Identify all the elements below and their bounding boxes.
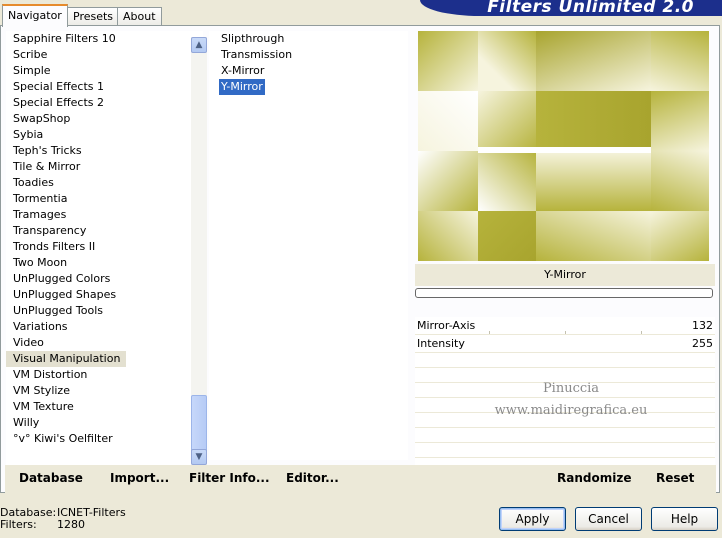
- category-list[interactable]: Sapphire Filters 10 Scribe Simple Special E…: [6, 31, 207, 484]
- preview-tile: [651, 211, 709, 261]
- tab-navigator[interactable]: Navigator: [2, 4, 68, 27]
- category-item[interactable]: Special Effects 1: [6, 79, 186, 95]
- help-button[interactable]: Help: [651, 507, 718, 531]
- category-item[interactable]: Tronds Filters II: [6, 239, 186, 255]
- scroll-thumb[interactable]: [191, 395, 207, 453]
- filter-item[interactable]: Y-Mirror: [209, 79, 408, 95]
- tab-about[interactable]: About: [117, 7, 162, 26]
- filter-info-button[interactable]: Filter Info...: [189, 471, 270, 485]
- preview-highlight: [478, 147, 651, 153]
- apply-button[interactable]: Apply: [499, 507, 566, 531]
- category-item[interactable]: Tramages: [6, 207, 186, 223]
- editor-button[interactable]: Editor...: [286, 471, 339, 485]
- slider-label: Mirror-Axis: [417, 319, 476, 332]
- slider-value: 132: [692, 319, 713, 332]
- slider-label: Intensity: [417, 337, 465, 350]
- app-banner: Filters Unlimited 2.0: [420, 0, 722, 16]
- preview-tile: [478, 91, 536, 151]
- filter-item[interactable]: Transmission: [209, 47, 408, 63]
- slider-tick: [489, 331, 490, 334]
- category-item[interactable]: Toadies: [6, 175, 186, 191]
- preview-tile: [536, 211, 651, 261]
- watermark-line-2: www.maidiregrafica.eu: [494, 403, 648, 418]
- category-item[interactable]: Two Moon: [6, 255, 186, 271]
- category-item[interactable]: VM Distortion: [6, 367, 186, 383]
- preview-image: [418, 31, 709, 261]
- category-scrollbar[interactable]: ▲ ▼: [191, 37, 207, 465]
- preview-tile: [536, 31, 651, 91]
- chevron-up-icon: ▲: [195, 40, 203, 50]
- slider-mirror-axis[interactable]: Mirror-Axis 132: [415, 317, 715, 335]
- database-info: Database:ICNET-Filters Filters: 1280: [0, 507, 126, 531]
- filter-item-label: X-Mirror: [221, 64, 265, 77]
- import-button[interactable]: Import...: [110, 471, 169, 485]
- category-item[interactable]: UnPlugged Shapes: [6, 287, 186, 303]
- preview-tile: [536, 91, 651, 151]
- filter-item-label: Slipthrough: [221, 32, 285, 45]
- slider-empty: [415, 443, 715, 458]
- filters-count-value: 1280: [57, 518, 85, 531]
- slider-intensity[interactable]: Intensity 255: [415, 335, 715, 353]
- filter-item[interactable]: Slipthrough: [209, 31, 408, 47]
- preview-tile: [478, 211, 536, 261]
- category-item[interactable]: VM Stylize: [6, 383, 186, 399]
- filter-name-label: Y-Mirror: [415, 264, 715, 286]
- preview-tile: [478, 151, 536, 211]
- slider-tick: [641, 331, 642, 334]
- category-item[interactable]: °v° Kiwi's Oelfilter: [6, 431, 186, 447]
- reset-button[interactable]: Reset: [656, 471, 694, 485]
- preview-tile: [536, 151, 651, 211]
- database-button[interactable]: Database: [19, 471, 83, 485]
- tab-presets[interactable]: Presets: [67, 7, 120, 26]
- banner-title: Filters Unlimited 2.0: [487, 0, 694, 16]
- preview-tile: [418, 31, 478, 91]
- category-item[interactable]: UnPlugged Colors: [6, 271, 186, 287]
- chevron-down-icon: ▼: [195, 452, 203, 462]
- watermark-line-1: Pinuccia: [542, 381, 600, 396]
- category-item[interactable]: Tormentia: [6, 191, 186, 207]
- category-item[interactable]: SwapShop: [6, 111, 186, 127]
- category-item[interactable]: Sybia: [6, 127, 186, 143]
- filter-list[interactable]: Slipthrough Transmission X-Mirror Y-Mirror: [209, 31, 408, 460]
- filter-item[interactable]: X-Mirror: [209, 63, 408, 79]
- filters-count-label: Filters:: [0, 518, 37, 531]
- preview-tile: [418, 151, 478, 211]
- category-item[interactable]: Visual Manipulation: [6, 351, 127, 367]
- category-item[interactable]: Video: [6, 335, 186, 351]
- category-item[interactable]: Tile & Mirror: [6, 159, 186, 175]
- category-item[interactable]: Willy: [6, 415, 186, 431]
- preview-tile: [418, 211, 478, 261]
- filter-item-label: Y-Mirror: [219, 79, 265, 95]
- slider-value: 255: [692, 337, 713, 350]
- preview-tile: [651, 91, 709, 151]
- preview-tile: [651, 31, 709, 91]
- preview-tile: [478, 31, 536, 91]
- scroll-down-button[interactable]: ▼: [191, 449, 207, 465]
- progress-bar: [415, 288, 713, 298]
- category-item[interactable]: Simple: [6, 63, 186, 79]
- slider-tick: [565, 331, 566, 334]
- category-item[interactable]: Variations: [6, 319, 186, 335]
- navigator-panel: Sapphire Filters 10 Scribe Simple Special E…: [0, 25, 720, 493]
- category-item[interactable]: Teph's Tricks: [6, 143, 186, 159]
- filter-item-label: Transmission: [221, 48, 293, 61]
- slider-empty: [415, 353, 715, 368]
- preview-tile: [418, 91, 478, 151]
- panel-button-bar: Database Import... Filter Info... Editor…: [5, 465, 716, 493]
- slider-empty: [415, 428, 715, 443]
- category-item[interactable]: Scribe: [6, 47, 186, 63]
- preview-tile: [651, 151, 709, 211]
- scroll-up-button[interactable]: ▲: [191, 37, 207, 53]
- category-item[interactable]: VM Texture: [6, 399, 186, 415]
- watermark: Pinuccia www.maidiregrafica.eu: [461, 378, 681, 422]
- category-item[interactable]: Transparency: [6, 223, 186, 239]
- category-item[interactable]: Sapphire Filters 10: [6, 31, 186, 47]
- cancel-button[interactable]: Cancel: [575, 507, 642, 531]
- category-item[interactable]: Special Effects 2: [6, 95, 186, 111]
- randomize-button[interactable]: Randomize: [557, 471, 631, 485]
- category-item[interactable]: UnPlugged Tools: [6, 303, 186, 319]
